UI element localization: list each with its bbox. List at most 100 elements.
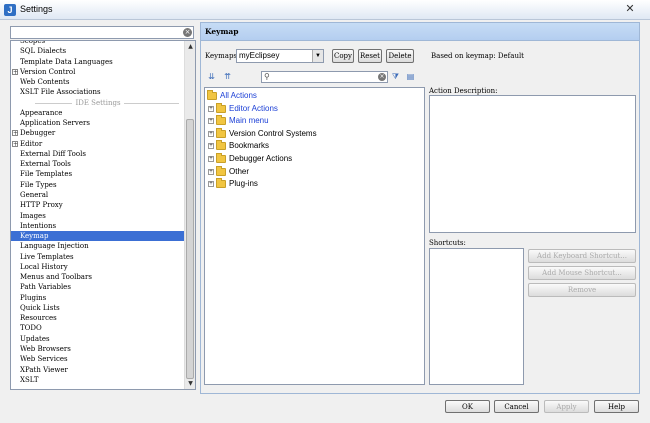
expand-icon[interactable]: +	[208, 168, 214, 175]
sidebar-item[interactable]: + Editor	[11, 139, 185, 149]
sidebar-item-label: Path Variables	[20, 283, 71, 292]
scroll-up-icon[interactable]: ▲	[186, 42, 195, 51]
expand-icon[interactable]: +	[208, 130, 214, 137]
sidebar-item[interactable]: Application Servers	[11, 118, 185, 128]
sidebar-item-label: Images	[20, 211, 46, 220]
sidebar-item[interactable]: Quick Lists	[11, 303, 185, 313]
keymap-select-value: myEclipsey	[239, 51, 280, 60]
app-icon: J	[4, 4, 16, 16]
sidebar-item[interactable]: SQL Dialects	[11, 46, 185, 56]
sidebar-item[interactable]: File Types	[11, 180, 185, 190]
sidebar-item[interactable]: + Version Control	[11, 67, 185, 77]
expand-icon[interactable]: +	[208, 105, 214, 112]
folder-icon	[216, 127, 226, 138]
expand-all-icon[interactable]: ⇊	[206, 71, 217, 82]
copy-button[interactable]: Copy	[332, 49, 354, 63]
sidebar-item-label: HTTP Proxy	[20, 201, 63, 210]
expand-icon[interactable]: +	[208, 181, 214, 188]
sidebar-item[interactable]: Plugins	[11, 293, 185, 303]
settings-search-input[interactable]: ×	[10, 26, 194, 39]
sidebar-item-label: Intentions	[20, 221, 57, 230]
remove-button[interactable]: Remove	[528, 283, 636, 297]
sidebar-item-label: Appearance	[20, 108, 63, 117]
sidebar-item-label: General	[20, 190, 49, 199]
sidebar-item-label: Quick Lists	[20, 303, 60, 312]
panel-title: Keymap	[201, 23, 639, 41]
expand-icon[interactable]: +	[12, 140, 18, 147]
sidebar-item[interactable]: XPath Viewer	[11, 365, 185, 375]
sidebar-item[interactable]: HTTP Proxy	[11, 200, 185, 210]
keymap-select[interactable]: myEclipsey ▼	[236, 49, 324, 63]
sidebar-item-label: External Diff Tools	[20, 149, 86, 158]
apply-button[interactable]: Apply	[544, 400, 589, 413]
action-search-input[interactable]: ⚲ ×	[261, 71, 388, 83]
help-button[interactable]: Help	[594, 400, 639, 413]
cancel-button[interactable]: Cancel	[494, 400, 539, 413]
expand-icon[interactable]: +	[208, 156, 214, 162]
sidebar-item[interactable]: Menus and Toolbars	[11, 272, 185, 282]
sidebar-item-label: Updates	[20, 334, 50, 343]
sidebar-item[interactable]: Template Data Languages	[11, 57, 185, 67]
folder-icon	[216, 115, 226, 126]
sidebar-item-label: Keymap	[20, 232, 49, 241]
sidebar-item-label: XSLT File Associations	[20, 88, 101, 97]
sidebar-item-label: Local History	[20, 262, 68, 271]
filter-icon[interactable]: ⧩	[390, 71, 401, 82]
action-tree-label: Main menu	[229, 116, 269, 126]
sidebar-item[interactable]: General	[11, 190, 185, 200]
sidebar-item[interactable]: Web Services	[11, 354, 185, 364]
add-mouse-shortcut-button[interactable]: Add Mouse Shortcut...	[528, 266, 636, 280]
expand-icon[interactable]: +	[208, 143, 214, 150]
settings-tree-scrollbar[interactable]: ▲ ▼	[184, 41, 195, 389]
sidebar-item[interactable]: Updates	[11, 334, 185, 344]
sidebar-item-label: Resources	[20, 314, 57, 323]
clipboard-icon[interactable]: ▤	[405, 71, 416, 82]
sidebar-item[interactable]: Web Contents	[11, 77, 185, 87]
action-tree-label: Editor Actions	[229, 103, 278, 113]
reset-button[interactable]: Reset	[358, 49, 382, 63]
sidebar-item[interactable]: TODO	[11, 323, 185, 333]
expand-icon[interactable]: +	[208, 118, 214, 125]
clear-search-icon[interactable]: ×	[183, 28, 192, 37]
action-tree-label: All Actions	[220, 91, 257, 100]
scroll-thumb[interactable]	[186, 119, 194, 379]
sidebar-item[interactable]: Images	[11, 211, 185, 221]
sidebar-item-label: Language Injection	[20, 242, 89, 251]
sidebar-item[interactable]: Local History	[11, 262, 185, 272]
shortcuts-list[interactable]	[429, 248, 524, 385]
expand-icon[interactable]: +	[12, 130, 18, 137]
collapse-all-icon[interactable]: ⇈	[222, 71, 233, 82]
add-keyboard-shortcut-button[interactable]: Add Keyboard Shortcut...	[528, 249, 636, 263]
close-icon[interactable]: ✕	[620, 2, 640, 16]
folder-icon	[216, 153, 226, 163]
sidebar-item-label: Scopes	[20, 40, 46, 45]
folder-icon	[207, 90, 217, 100]
sidebar-item[interactable]: Live Templates	[11, 252, 185, 262]
sidebar-item-label: Application Servers	[20, 119, 90, 128]
sidebar-item[interactable]: Language Injection	[11, 241, 185, 251]
sidebar-item[interactable]: XSLT	[11, 375, 185, 385]
scroll-down-icon[interactable]: ▼	[186, 379, 195, 388]
title-bar: J Settings ✕	[0, 0, 650, 20]
shortcuts-label: Shortcuts:	[429, 239, 466, 247]
sidebar-item[interactable]: Appearance	[11, 108, 185, 118]
sidebar-item[interactable]: Intentions	[11, 221, 185, 231]
sidebar-item-label: TODO	[20, 324, 42, 333]
sidebar-item[interactable]: External Tools	[11, 159, 185, 169]
sidebar-item[interactable]: Keymap	[11, 231, 185, 242]
chevron-down-icon[interactable]: ▼	[312, 50, 323, 62]
sidebar-item[interactable]: File Templates	[11, 169, 185, 179]
sidebar-item[interactable]: Path Variables	[11, 282, 185, 292]
sidebar-item[interactable]: Web Browsers	[11, 344, 185, 354]
delete-button[interactable]: Delete	[386, 49, 414, 63]
ok-button[interactable]: OK	[445, 400, 490, 413]
sidebar-item[interactable]: + Debugger	[11, 128, 185, 138]
sidebar-item-label: SQL Dialects	[20, 47, 67, 56]
clear-search-icon[interactable]: ×	[378, 73, 386, 81]
expand-icon[interactable]: +	[12, 68, 18, 75]
sidebar-item[interactable]: Resources	[11, 313, 185, 323]
sidebar-item[interactable]: XSLT File Associations	[11, 87, 185, 97]
settings-tree-list: Scopes SQL Dialects Template Data Language…	[11, 40, 185, 385]
sidebar-item[interactable]: External Diff Tools	[11, 149, 185, 159]
sidebar-section-header: IDE Settings	[11, 98, 185, 108]
